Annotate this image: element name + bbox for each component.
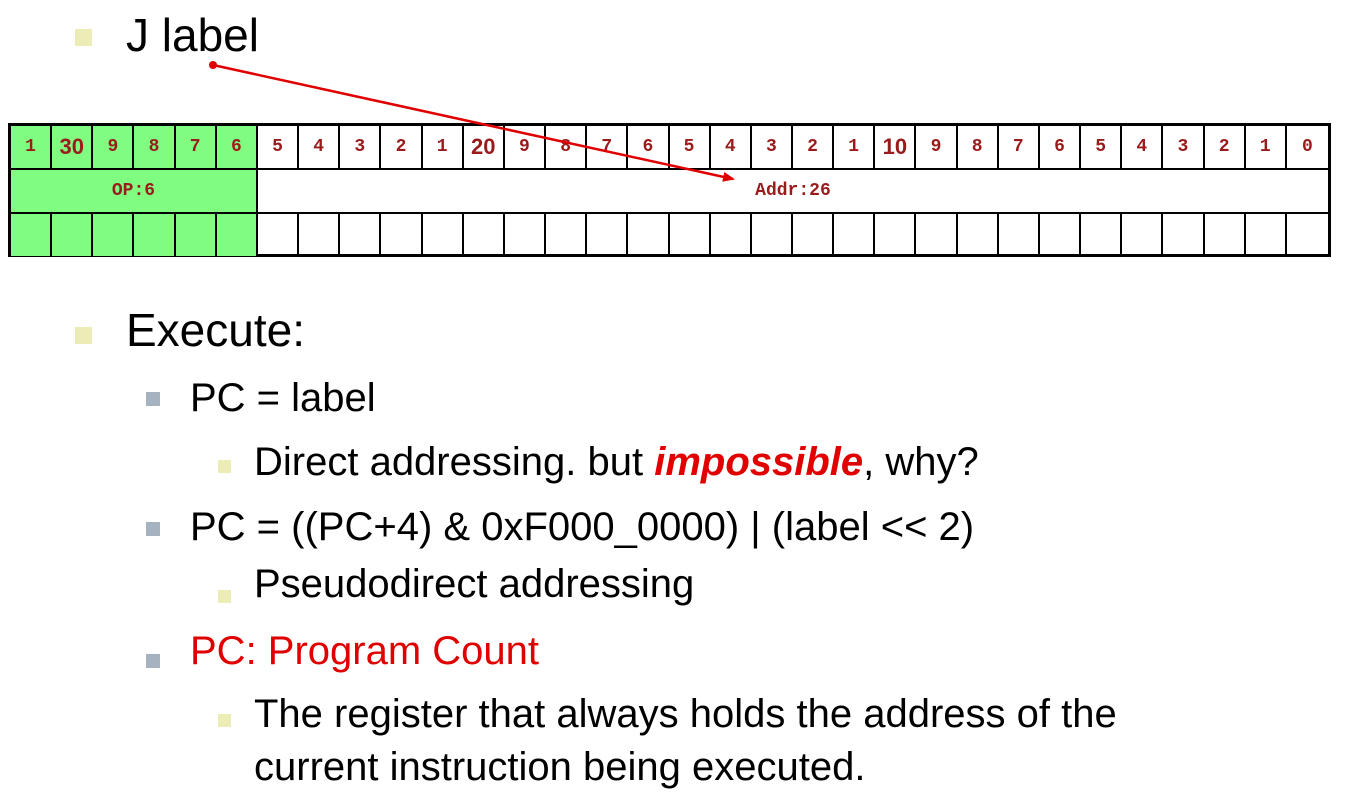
bullet-square — [218, 460, 231, 473]
pc-equals-label: PC = label — [190, 376, 376, 420]
pc-definition-line1: The register that always holds the addre… — [254, 692, 1117, 736]
bullet-square — [146, 522, 160, 536]
pc-pseudodirect-formula: PC = ((PC+4) & 0xF000_0000) | (label << … — [190, 505, 975, 549]
bullet-square — [146, 654, 160, 668]
pseudodirect-note: Pseudodirect addressing — [254, 562, 695, 606]
direct-addressing-note: Direct addressing. but impossible, why? — [254, 442, 979, 482]
arrow-line — [212, 63, 735, 182]
impossible-emphasis: impossible — [654, 440, 864, 484]
bullet-square — [146, 392, 160, 406]
bullet-square — [75, 327, 92, 344]
pc-definition-line2: current instruction being executed. — [254, 745, 866, 789]
note-text: Direct addressing. but — [254, 440, 655, 484]
note-text: , why? — [863, 440, 979, 484]
bullet-square — [218, 590, 231, 603]
bullet-square — [218, 714, 231, 727]
pc-definition-title: PC: Program Count — [190, 629, 540, 673]
execute-label: Execute: — [126, 304, 305, 356]
